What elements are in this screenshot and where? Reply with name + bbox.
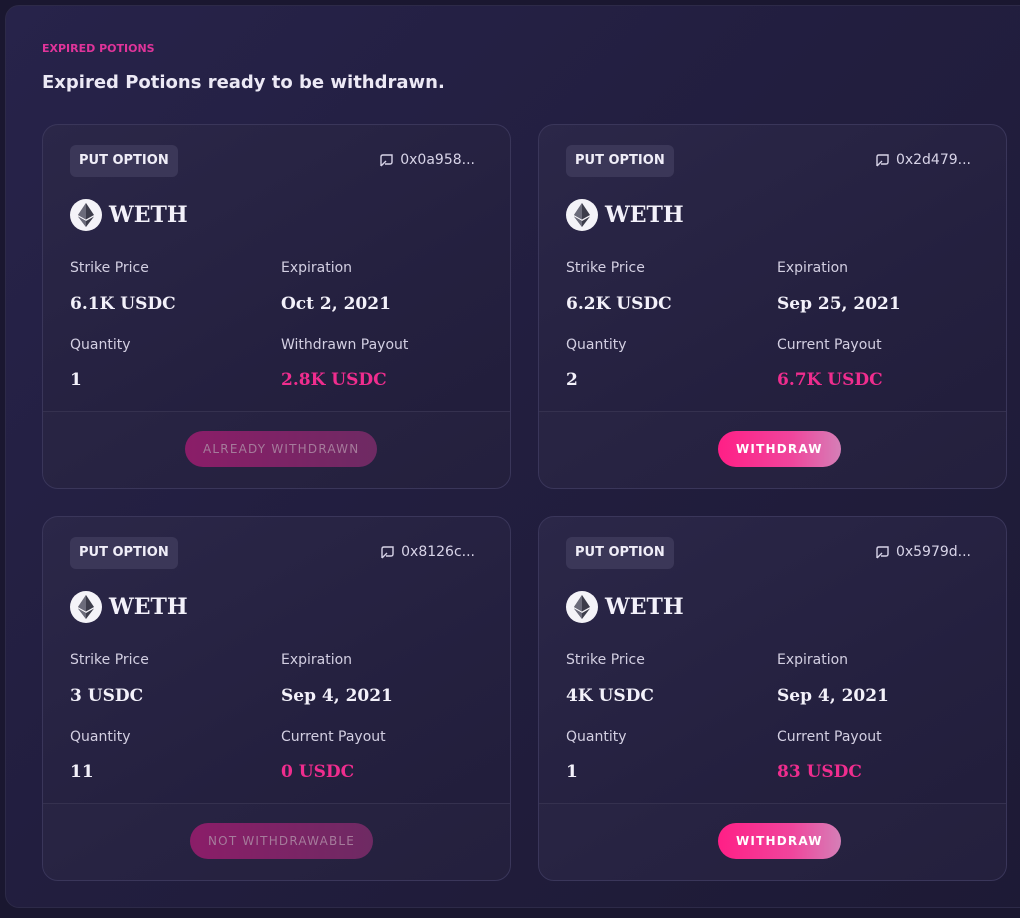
not-withdrawable-button[interactable]: NOT WITHDRAWABLE <box>190 823 374 859</box>
payout-label: Current Payout <box>777 337 882 353</box>
card-footer: NOT WITHDRAWABLE <box>43 803 510 880</box>
section-eyebrow: EXPIRED POTIONS <box>42 42 155 55</box>
contract-address-link[interactable]: 0x8126c... <box>380 544 475 560</box>
strike-price-value: 3 USDC <box>70 686 144 706</box>
external-link-icon <box>380 545 395 560</box>
contract-address-link[interactable]: 0x0a958... <box>379 152 475 168</box>
quantity-label: Quantity <box>566 337 627 353</box>
ethereum-icon <box>70 591 102 623</box>
payout-value: 6.7K USDC <box>777 370 883 390</box>
payout-value: 2.8K USDC <box>281 370 387 390</box>
expiration-value: Sep 25, 2021 <box>777 294 901 314</box>
external-link-icon <box>875 545 890 560</box>
asset-label: WETH <box>566 199 684 231</box>
expiration-value: Sep 4, 2021 <box>281 686 393 706</box>
payout-value: 0 USDC <box>281 762 355 782</box>
asset-name: WETH <box>109 594 188 620</box>
strike-price-label: Strike Price <box>566 260 645 276</box>
contract-address: 0x5979d... <box>895 544 971 560</box>
ethereum-icon <box>566 199 598 231</box>
quantity-label: Quantity <box>70 729 131 745</box>
strike-price-label: Strike Price <box>70 652 149 668</box>
already-withdrawn-button[interactable]: ALREADY WITHDRAWN <box>185 431 378 467</box>
strike-price-value: 6.1K USDC <box>70 294 176 314</box>
expiration-label: Expiration <box>777 652 849 668</box>
card-footer: WITHDRAW <box>539 803 1006 880</box>
asset-name: WETH <box>605 202 684 228</box>
section-heading: Expired Potions ready to be withdrawn. <box>42 72 445 93</box>
option-type-badge: PUT OPTION <box>70 537 178 569</box>
expiration-value: Sep 4, 2021 <box>777 686 889 706</box>
asset-name: WETH <box>605 594 684 620</box>
potion-card: PUT OPTION 0x5979d... WETH Strike Price … <box>538 516 1007 881</box>
contract-address-link[interactable]: 0x2d479... <box>875 152 971 168</box>
payout-label: Current Payout <box>777 729 882 745</box>
payout-label: Withdrawn Payout <box>281 337 409 353</box>
quantity-value: 1 <box>70 370 82 390</box>
external-link-icon <box>875 153 890 168</box>
quantity-label: Quantity <box>566 729 627 745</box>
contract-address: 0x8126c... <box>401 544 475 560</box>
option-type-badge: PUT OPTION <box>566 537 674 569</box>
ethereum-icon <box>566 591 598 623</box>
potion-card: PUT OPTION 0x2d479... WETH Strike Price … <box>538 124 1007 489</box>
asset-name: WETH <box>109 202 188 228</box>
expiration-value: Oct 2, 2021 <box>281 294 391 314</box>
external-link-icon <box>379 153 394 168</box>
option-type-badge: PUT OPTION <box>70 145 178 177</box>
card-footer: WITHDRAW <box>539 411 1006 488</box>
strike-price-label: Strike Price <box>566 652 645 668</box>
quantity-value: 11 <box>70 762 94 782</box>
quantity-label: Quantity <box>70 337 131 353</box>
expiration-label: Expiration <box>777 260 849 276</box>
expiration-label: Expiration <box>281 652 353 668</box>
expired-potions-panel: EXPIRED POTIONS Expired Potions ready to… <box>5 5 1020 908</box>
strike-price-value: 4K USDC <box>566 686 654 706</box>
contract-address: 0x2d479... <box>895 152 971 168</box>
potion-card: PUT OPTION 0x0a958... WETH Strike Price … <box>42 124 511 489</box>
quantity-value: 1 <box>566 762 578 782</box>
ethereum-icon <box>70 199 102 231</box>
asset-label: WETH <box>70 591 188 623</box>
expiration-label: Expiration <box>281 260 353 276</box>
payout-label: Current Payout <box>281 729 386 745</box>
quantity-value: 2 <box>566 370 578 390</box>
strike-price-value: 6.2K USDC <box>566 294 672 314</box>
payout-value: 83 USDC <box>777 762 862 782</box>
option-type-badge: PUT OPTION <box>566 145 674 177</box>
contract-address: 0x0a958... <box>400 152 475 168</box>
withdraw-button[interactable]: WITHDRAW <box>718 823 841 859</box>
card-footer: ALREADY WITHDRAWN <box>43 411 510 488</box>
contract-address-link[interactable]: 0x5979d... <box>875 544 971 560</box>
potion-card: PUT OPTION 0x8126c... WETH Strike Price … <box>42 516 511 881</box>
asset-label: WETH <box>566 591 684 623</box>
asset-label: WETH <box>70 199 188 231</box>
withdraw-button[interactable]: WITHDRAW <box>718 431 841 467</box>
strike-price-label: Strike Price <box>70 260 149 276</box>
